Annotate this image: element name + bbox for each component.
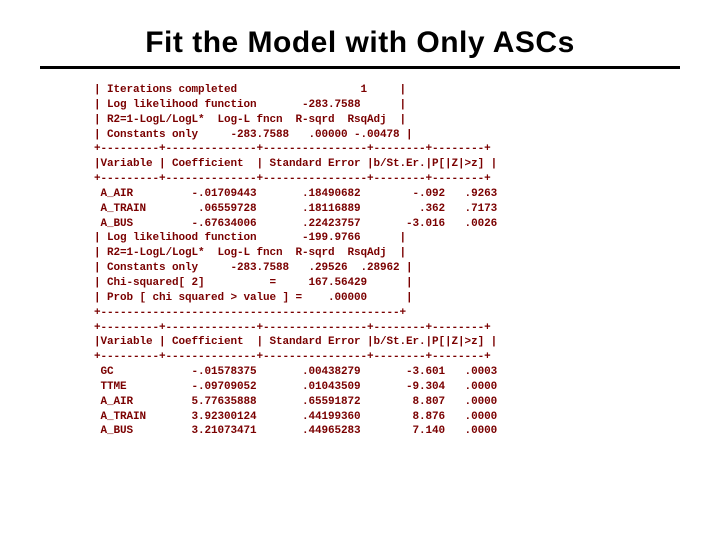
title-rule [40,66,680,69]
slide: Fit the Model with Only ASCs | Iteration… [0,0,720,459]
regression-output: | Iterations completed 1 | | Log likelih… [94,83,680,439]
page-title: Fit the Model with Only ASCs [40,26,680,60]
